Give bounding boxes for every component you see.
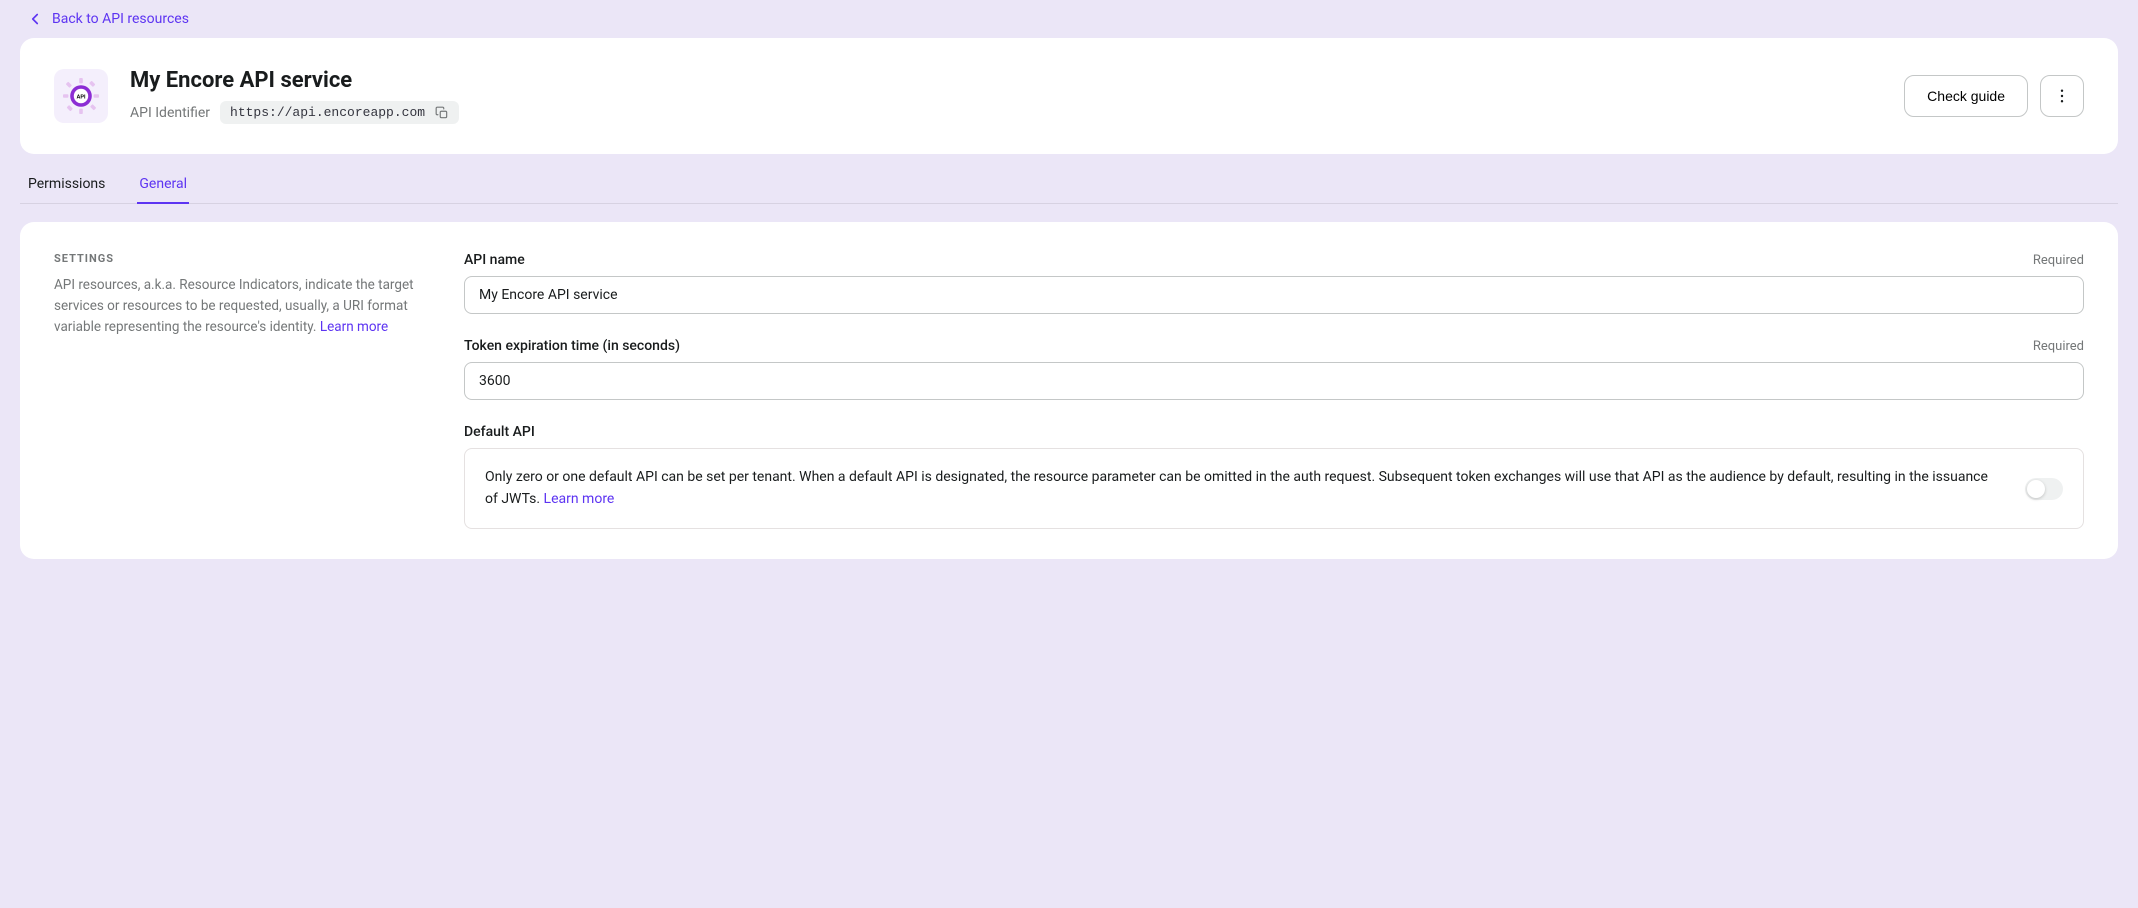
settings-heading: SETTINGS (54, 252, 414, 265)
settings-description: API resources, a.k.a. Resource Indicator… (54, 275, 414, 338)
api-name-input[interactable] (464, 276, 2084, 314)
default-api-card: Only zero or one default API can be set … (464, 448, 2084, 529)
default-api-label: Default API (464, 424, 535, 440)
token-exp-field-group: Token expiration time (in seconds) Requi… (464, 338, 2084, 400)
token-exp-required: Required (2033, 339, 2084, 354)
copy-icon[interactable] (435, 106, 449, 120)
token-exp-input[interactable] (464, 362, 2084, 400)
gear-api-icon: API (63, 78, 99, 114)
api-name-field-group: API name Required (464, 252, 2084, 314)
check-guide-button[interactable]: Check guide (1904, 75, 2028, 117)
svg-text:API: API (77, 94, 86, 100)
api-name-label: API name (464, 252, 525, 268)
more-menu-button[interactable] (2040, 75, 2084, 117)
back-link[interactable]: Back to API resources (20, 0, 2118, 38)
api-identifier-label: API Identifier (130, 105, 210, 121)
more-vertical-icon (2053, 87, 2071, 105)
tabs: Permissions General (20, 172, 2118, 204)
default-api-toggle[interactable] (2025, 478, 2063, 500)
page-title: My Encore API service (130, 68, 1882, 93)
api-identifier-value: https://api.encoreapp.com (220, 101, 459, 124)
default-api-learn-more-link[interactable]: Learn more (544, 491, 615, 507)
default-api-description: Only zero or one default API can be set … (485, 467, 1999, 510)
tab-general[interactable]: General (137, 172, 189, 204)
tab-permissions[interactable]: Permissions (26, 172, 107, 204)
api-identifier-text: https://api.encoreapp.com (230, 105, 425, 120)
back-link-label: Back to API resources (52, 11, 189, 27)
main-card: SETTINGS API resources, a.k.a. Resource … (20, 222, 2118, 559)
token-exp-label: Token expiration time (in seconds) (464, 338, 680, 354)
check-guide-label: Check guide (1927, 88, 2005, 104)
api-name-required: Required (2033, 253, 2084, 268)
default-api-field-group: Default API Only zero or one default API… (464, 424, 2084, 529)
settings-learn-more-link[interactable]: Learn more (320, 319, 388, 335)
api-logo: API (54, 69, 108, 123)
chevron-left-icon (26, 10, 44, 28)
header-card: API My Encore API service API Identifier… (20, 38, 2118, 154)
